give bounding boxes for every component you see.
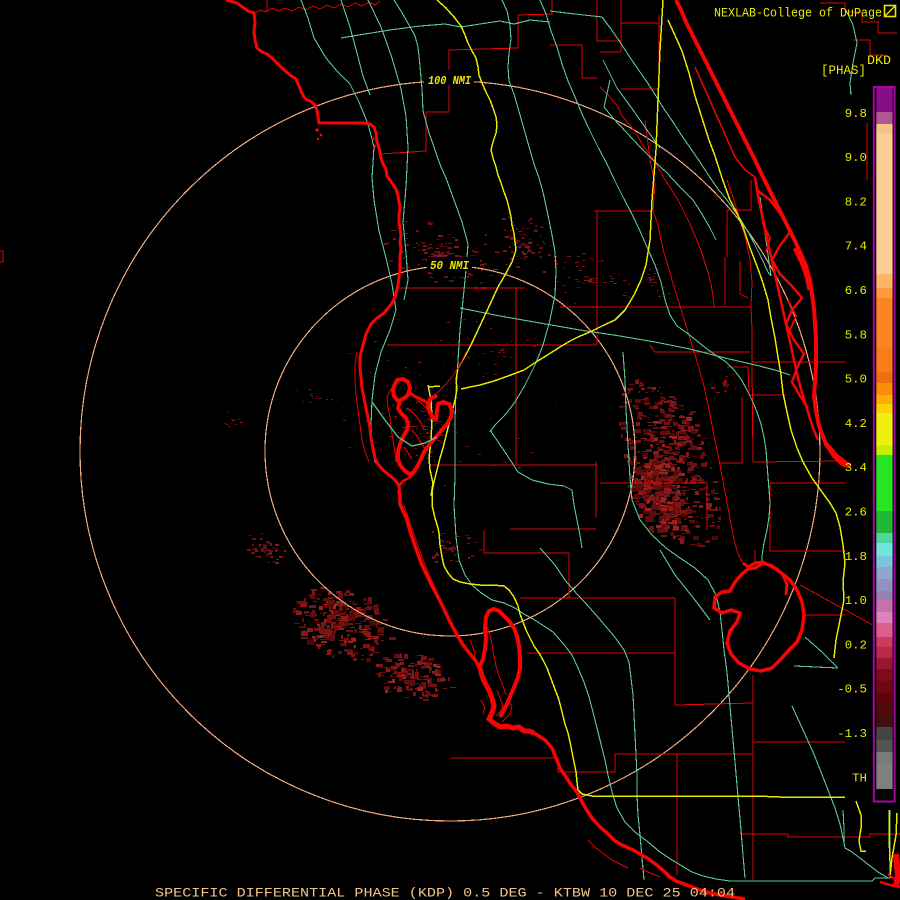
svg-text:-0.5: -0.5 [837, 683, 867, 697]
svg-text:50 NMI: 50 NMI [430, 259, 470, 273]
svg-text:[PHAS]: [PHAS] [821, 64, 866, 78]
svg-text:-1.3: -1.3 [837, 727, 867, 741]
svg-text:0.2: 0.2 [845, 638, 867, 652]
svg-text:100 NMI: 100 NMI [428, 74, 472, 88]
svg-text:DKD: DKD [867, 54, 891, 68]
svg-text:3.4: 3.4 [845, 461, 867, 475]
svg-text:1.0: 1.0 [845, 594, 867, 608]
svg-text:8.2: 8.2 [845, 195, 867, 209]
svg-text:6.6: 6.6 [845, 284, 867, 298]
svg-text:5.8: 5.8 [845, 328, 867, 342]
svg-text:2.6: 2.6 [845, 506, 867, 520]
svg-text:NEXLAB-College of DuPage: NEXLAB-College of DuPage [714, 6, 882, 21]
svg-text:SPECIFIC DIFFERENTIAL PHASE (K: SPECIFIC DIFFERENTIAL PHASE (KDP) 0.5 DE… [155, 887, 735, 900]
svg-text:TH: TH [852, 771, 867, 785]
svg-text:1.8: 1.8 [845, 550, 867, 564]
svg-text:7.4: 7.4 [845, 240, 867, 254]
svg-text:5.0: 5.0 [845, 373, 867, 387]
svg-text:4.2: 4.2 [845, 417, 867, 431]
svg-text:9.8: 9.8 [845, 107, 867, 121]
svg-text:9.0: 9.0 [845, 151, 867, 165]
